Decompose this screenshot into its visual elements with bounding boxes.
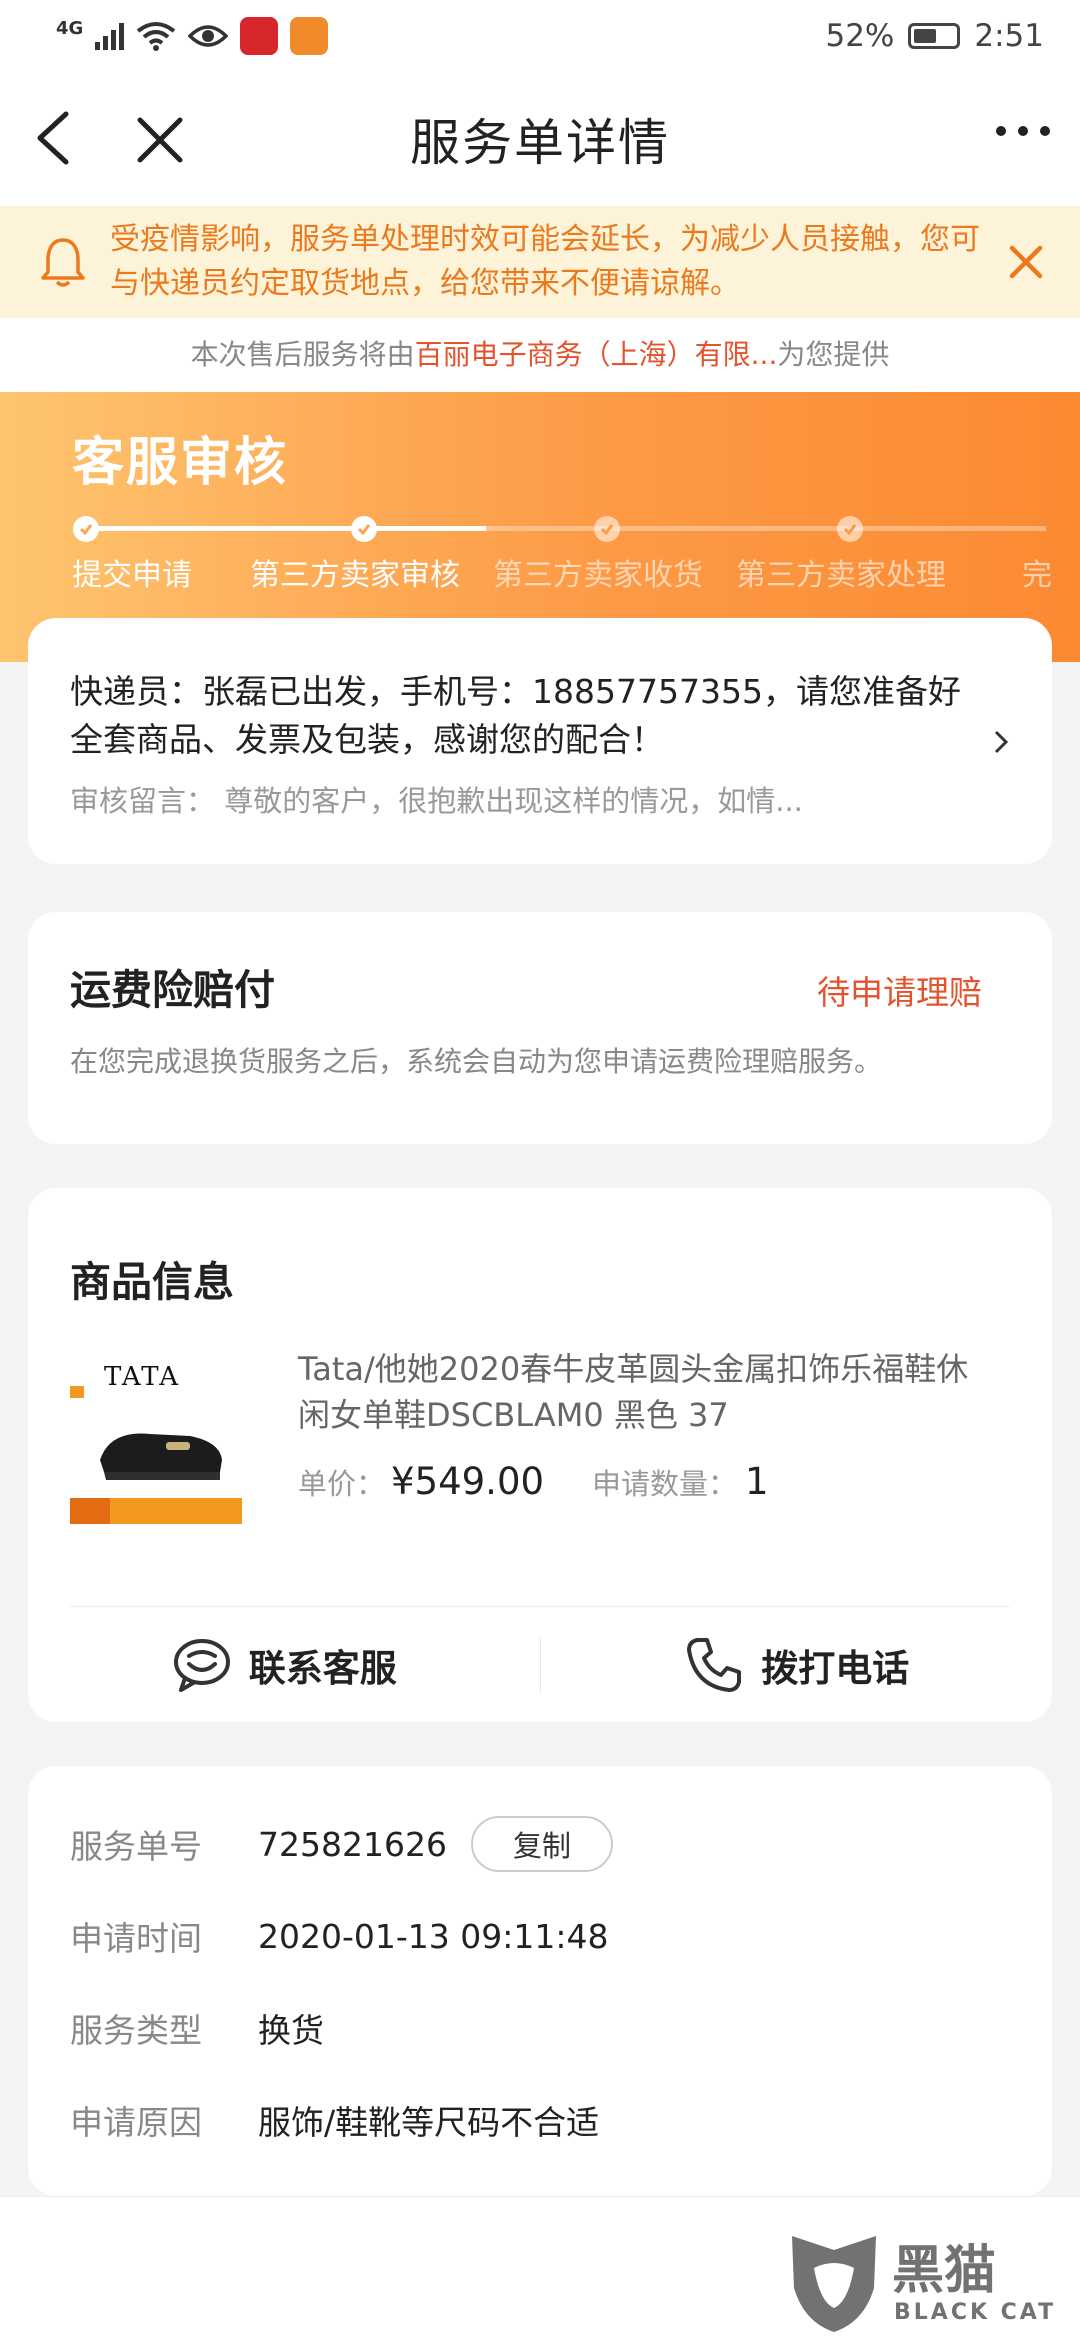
signal-icon xyxy=(95,22,125,50)
phone-icon xyxy=(687,1637,742,1692)
provider-name[interactable]: 百丽电子商务（上海）有限... xyxy=(415,338,778,371)
action-row: 联系客服 拨打电话 xyxy=(28,1607,1052,1722)
service-type-value: 换货 xyxy=(258,2011,324,2050)
apply-reason-label: 申请原因 xyxy=(70,2103,202,2142)
step-label-3: 第三方卖家收货 xyxy=(493,558,703,593)
step-dot-4 xyxy=(837,516,863,542)
back-icon[interactable] xyxy=(26,106,86,170)
status-right: 52% 2:51 xyxy=(825,18,1044,54)
uc-browser-icon xyxy=(290,17,329,55)
apply-time-label: 申请时间 xyxy=(70,1919,202,1958)
product-name[interactable]: Tata/他她2020春牛皮革圆头金属扣饰乐福鞋休闲女单鞋DSCBLAM0 黑色… xyxy=(298,1346,978,1438)
step-dot-1 xyxy=(73,516,99,542)
watermark-text: 黑猫 xyxy=(892,2241,997,2301)
battery-icon xyxy=(908,23,961,49)
call-phone-label: 拨打电话 xyxy=(761,1646,910,1690)
provider-line: 本次售后服务将由百丽电子商务（上海）有限...为您提供 xyxy=(0,318,1080,392)
progress-title: 客服审核 xyxy=(72,433,289,493)
black-cat-logo-icon xyxy=(792,2236,876,2332)
bell-icon xyxy=(41,238,85,287)
price-row: 单价： ¥549.00 申请数量： 1 xyxy=(298,1460,769,1503)
review-message: 审核留言： 尊敬的客户，很抱歉出现这样的情况，如情... xyxy=(70,784,803,818)
apply-time-value: 2020-01-13 09:11:48 xyxy=(258,1916,609,1956)
service-info-card: 服务单号 725821626 复制 申请时间 2020-01-13 09:11:… xyxy=(28,1766,1052,2196)
step-dot-3 xyxy=(594,516,620,542)
watermark-subtext: BLACK CAT xyxy=(894,2300,1057,2325)
apply-reason-value: 服饰/鞋靴等尺码不合适 xyxy=(258,2103,600,2142)
order-no-label: 服务单号 xyxy=(70,1827,202,1866)
battery-percent: 52% xyxy=(825,18,895,54)
notice-text: 受疫情影响，服务单处理时效可能会延长，为减少人员接触，您可与快递员约定取货地点，… xyxy=(110,222,980,301)
contact-service-button[interactable]: 联系客服 xyxy=(28,1634,540,1696)
notice-close-icon[interactable] xyxy=(1002,238,1050,286)
info-row-type: 服务类型 换货 xyxy=(70,2010,1010,2050)
app-notification-icon xyxy=(240,17,279,55)
product-card: 商品信息 TATA Tata/他她2020春牛皮革圆头金属扣饰乐福鞋休闲女单鞋D… xyxy=(28,1188,1052,1722)
step-label-1: 提交申请 xyxy=(72,558,192,593)
close-icon[interactable] xyxy=(130,110,190,170)
epidemic-notice: 受疫情影响，服务单处理时效可能会延长，为减少人员接触，您可与快递员约定取货地点，… xyxy=(0,206,1080,318)
clock: 2:51 xyxy=(974,18,1044,54)
product-section-title: 商品信息 xyxy=(70,1258,234,1306)
eye-icon xyxy=(188,25,229,47)
black-cat-watermark: 黑猫 BLACK CAT xyxy=(784,2228,1074,2334)
status-left: 4G xyxy=(56,17,329,55)
quantity-value: 1 xyxy=(745,1460,769,1503)
info-row-time: 申请时间 2020-01-13 09:11:48 xyxy=(70,1916,1010,1959)
shipping-insurance-card: 运费险赔付 待申请理赔 在您完成退换货服务之后，系统会自动为您申请运费险理赔服务… xyxy=(28,912,1052,1144)
insurance-status[interactable]: 待申请理赔 xyxy=(817,966,982,1014)
price-label: 单价： xyxy=(298,1467,386,1501)
wifi-icon xyxy=(137,22,176,51)
step-label-4: 第三方卖家处理 xyxy=(736,558,946,593)
insurance-desc: 在您完成退换货服务之后，系统会自动为您申请运费险理赔服务。 xyxy=(70,1045,883,1078)
quantity-label: 申请数量： xyxy=(592,1467,738,1501)
courier-message: 快递员：张磊已出发，手机号：18857757355，请您准备好全套商品、发票及包… xyxy=(70,672,961,759)
status-bar: 4G 52% 2:51 xyxy=(0,0,1080,72)
call-phone-button[interactable]: 拨打电话 xyxy=(541,1634,1053,1696)
provider-suffix: 为您提供 xyxy=(777,338,890,371)
provider-prefix: 本次售后服务将由 xyxy=(190,338,415,371)
courier-card[interactable]: 快递员：张磊已出发，手机号：18857757355，请您准备好全套商品、发票及包… xyxy=(28,618,1052,864)
shoe-image xyxy=(70,1386,242,1524)
step-label-5: 完 xyxy=(1022,558,1052,593)
info-row-order-no: 服务单号 725821626 复制 xyxy=(70,1816,1010,1872)
page-title: 服务单详情 xyxy=(410,114,670,172)
customer-service-icon xyxy=(173,1638,230,1692)
chevron-right-icon xyxy=(994,730,1009,754)
price-value: ¥549.00 xyxy=(391,1460,545,1503)
network-type: 4G xyxy=(56,17,84,39)
product-image[interactable]: TATA xyxy=(70,1350,250,1530)
step-dot-2 xyxy=(351,516,377,542)
nav-bar: 服务单详情 xyxy=(0,72,1080,206)
info-row-reason: 申请原因 服饰/鞋靴等尺码不合适 xyxy=(70,2102,1010,2142)
copy-button[interactable]: 复制 xyxy=(470,1816,613,1872)
step-label-2: 第三方卖家审核 xyxy=(250,558,460,593)
contact-service-label: 联系客服 xyxy=(248,1646,397,1690)
more-icon[interactable] xyxy=(996,126,1050,136)
service-type-label: 服务类型 xyxy=(70,2011,202,2050)
progress-track-done xyxy=(86,526,486,531)
order-no-value: 725821626 xyxy=(258,1824,447,1864)
